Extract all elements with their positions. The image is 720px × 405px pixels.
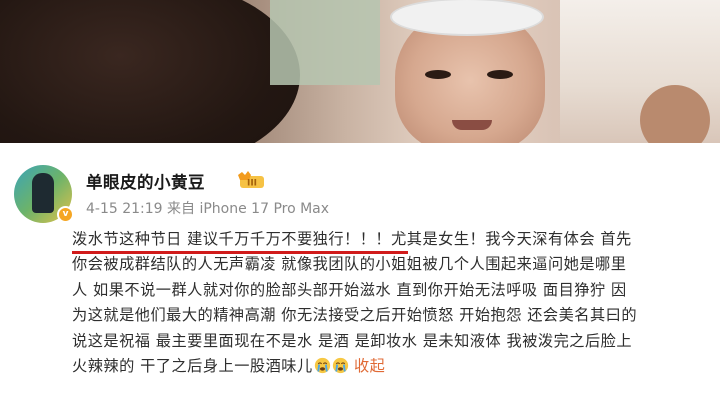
- body-line: 泼水节这种节日 建议千万千万不要独行！！！尤其是女生！我今天深有体会 首先: [72, 230, 632, 248]
- mouth: [452, 120, 492, 130]
- level-badge-text: III: [247, 179, 257, 189]
- crying-face-icon: [332, 357, 348, 374]
- username[interactable]: 单眼皮的小黄豆: [86, 169, 205, 193]
- body-line: 说这是祝福 最主要里面现在不是水 是酒 是卸妆水 是未知液体 我被泼完之后脸上: [72, 331, 633, 350]
- left-eye: [425, 70, 451, 79]
- right-eye: [487, 70, 513, 79]
- level-crown-icon[interactable]: III: [236, 170, 266, 190]
- background-window: [270, 0, 380, 85]
- body-line: 为这就是他们最大的精神高潮 你无法接受之后开始愤怒 开始抱怨 还会美名其曰的: [72, 306, 638, 325]
- hair-foreground: [0, 0, 300, 143]
- body-line: 你会被成群结队的人无声霸凌 就像我团队的小姐姐被几个人围起来逼问她是哪里: [72, 255, 627, 274]
- body-line-last: 火辣辣的 干了之后身上一股酒味儿 收起: [72, 354, 692, 379]
- post-body: 泼水节这种节日 建议千万千万不要独行！！！尤其是女生！我今天深有体会 首先 你会…: [72, 227, 692, 379]
- collapse-link[interactable]: 收起: [354, 357, 385, 375]
- avatar-figure: [32, 173, 54, 213]
- body-line: 人 如果不说一群人就对你的脸部头部开始滋水 直到你开始无法呼吸 面目狰狞 因: [72, 280, 627, 299]
- post-meta: 4-15 21:19 来自 iPhone 17 Pro Max: [86, 201, 330, 217]
- body-line-text: 火辣辣的 干了之后身上一股酒味儿: [72, 357, 313, 376]
- verified-badge-icon: v: [57, 206, 74, 223]
- crying-face-icon: [314, 357, 330, 374]
- post-image[interactable]: [0, 0, 720, 143]
